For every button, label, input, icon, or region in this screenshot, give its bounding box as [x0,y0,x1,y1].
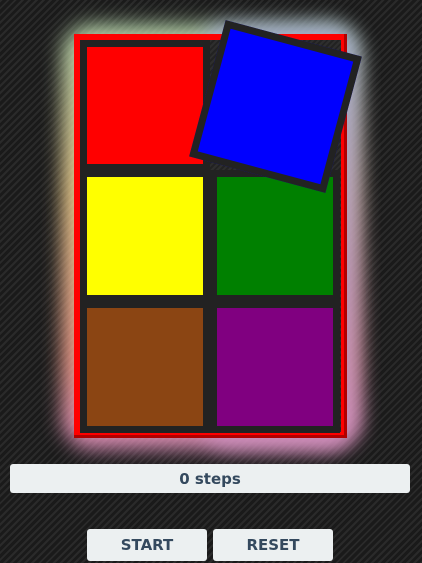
tile-brown[interactable] [87,308,203,426]
tile-purple[interactable] [217,308,333,426]
tile-yellow[interactable] [87,177,203,295]
reset-button[interactable]: RESET [213,529,333,561]
steps-counter: 0 steps [10,464,410,493]
start-button[interactable]: START [87,529,207,561]
tile-red[interactable] [87,47,203,164]
tile-green[interactable] [217,177,333,295]
